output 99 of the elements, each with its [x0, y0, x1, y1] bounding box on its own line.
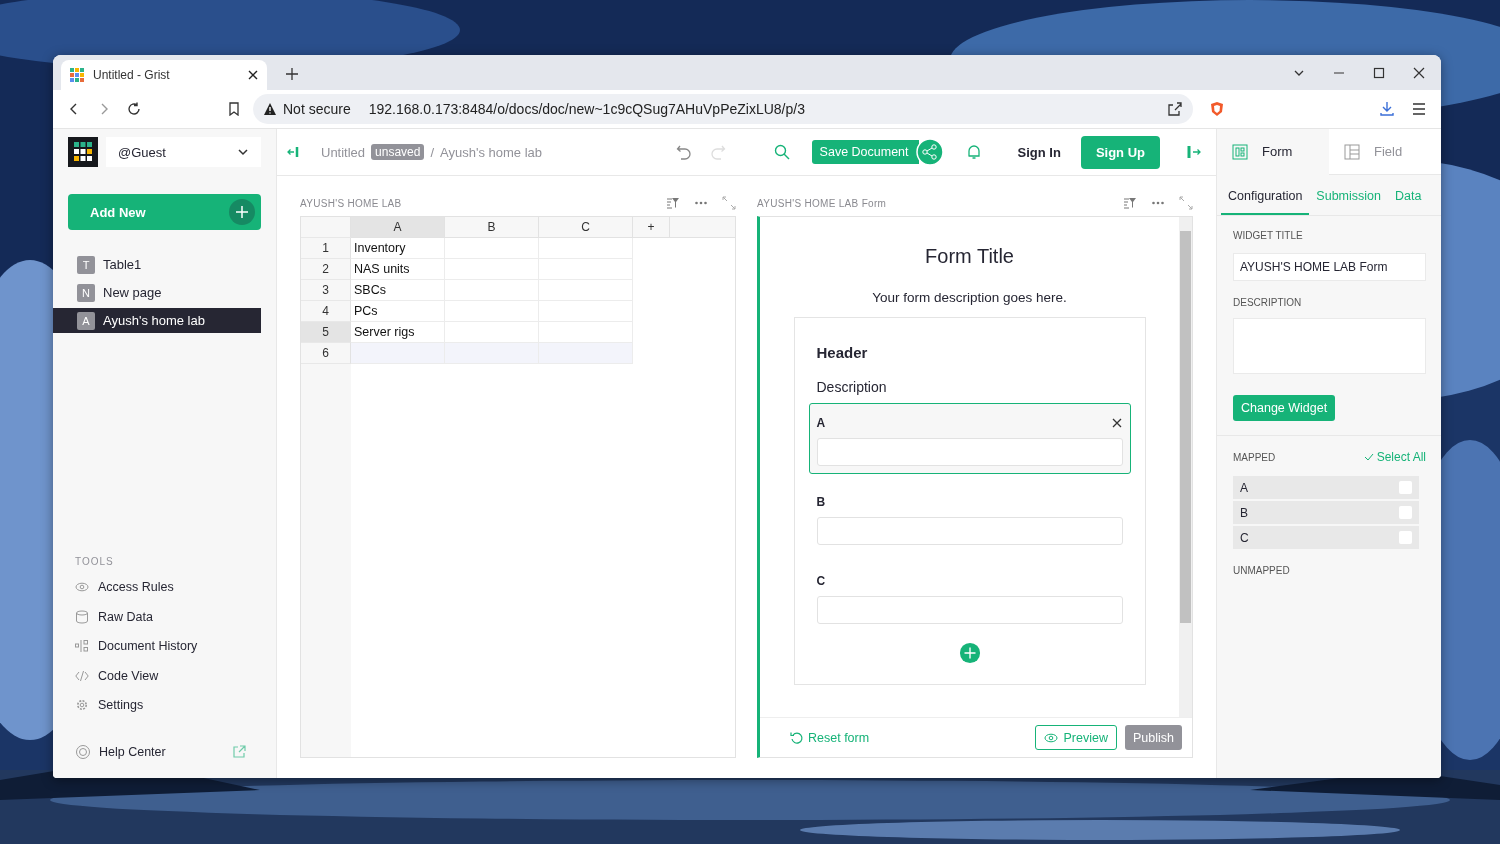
column-header[interactable]: B: [445, 217, 539, 238]
new-row-cell[interactable]: [351, 343, 445, 364]
expand-panel-icon[interactable]: [1186, 144, 1202, 160]
table-cell: NAS units: [351, 259, 445, 280]
field-label: B: [816, 495, 826, 509]
table-cell: Inventory: [351, 238, 445, 259]
section-label: MAPPED: [1233, 451, 1276, 463]
history-icon: [75, 639, 89, 654]
close-icon[interactable]: [247, 69, 259, 81]
menu-icon[interactable]: [1411, 101, 1427, 117]
help-center-link[interactable]: Help Center: [53, 744, 276, 760]
bookmark-icon[interactable]: [227, 102, 241, 116]
input-field[interactable]: [816, 438, 1123, 466]
subtab[interactable]: Configuration: [1221, 189, 1310, 215]
form-title[interactable]: Form Title: [925, 245, 1014, 268]
warning-icon: [263, 102, 277, 116]
shield-icon[interactable]: [1209, 101, 1225, 117]
search-icon[interactable]: [773, 144, 790, 160]
tab-title: Untitled - Grist: [93, 68, 171, 82]
close-icon[interactable]: [1413, 67, 1425, 79]
section-label: DESCRIPTION: [1233, 297, 1303, 308]
grid-logo-icon: [69, 67, 85, 83]
url-text: 192.168.0.173:8484/o/docs/doc/new~1c9cQSug7AHuVpPeZixLU8/p/3: [368, 101, 805, 117]
reload-icon[interactable]: [127, 102, 141, 116]
mapped-field[interactable]: B: [1233, 501, 1419, 524]
input-field[interactable]: [816, 517, 1123, 545]
row-number[interactable]: 5: [301, 322, 351, 343]
page-initial: T: [77, 255, 95, 274]
add-column-button[interactable]: +: [633, 217, 670, 238]
gear-icon: [75, 698, 89, 713]
reset-icon: [790, 730, 804, 745]
table-cell: SBCs: [351, 280, 445, 301]
expand-icon[interactable]: [1179, 196, 1193, 210]
breadcrumb-separator: /: [430, 144, 435, 160]
page-initial: A: [77, 311, 95, 330]
browser-tab[interactable]: Untitled - Grist: [61, 60, 267, 90]
column-header[interactable]: C: [539, 217, 633, 238]
new-tab-icon[interactable]: [285, 67, 299, 81]
tool-item[interactable]: Code View: [53, 661, 276, 691]
sign-in-button[interactable]: Sign In: [1013, 140, 1065, 164]
form-field[interactable]: B: [808, 482, 1131, 553]
form-icon: [1232, 143, 1248, 160]
unsaved-badge: unsaved: [371, 144, 425, 160]
tools-heading: TOOLS: [74, 555, 115, 567]
close-icon[interactable]: [1110, 417, 1123, 429]
lifebuoy-icon: [75, 744, 91, 760]
section-description[interactable]: Description: [808, 379, 1131, 395]
page-item[interactable]: T Table1: [53, 252, 261, 277]
redo-icon[interactable]: [709, 144, 726, 160]
security-label: Not secure: [283, 101, 351, 117]
field-icon: [1344, 143, 1360, 160]
mapped-field[interactable]: C: [1233, 526, 1419, 549]
undo-icon[interactable]: [675, 144, 692, 160]
expand-icon[interactable]: [722, 196, 736, 210]
row-number[interactable]: 2: [301, 259, 351, 280]
form-field[interactable]: A: [808, 403, 1131, 474]
maximize-icon[interactable]: [1373, 67, 1385, 79]
database-icon: [75, 609, 89, 624]
column-header[interactable]: A: [351, 217, 445, 238]
account-dropdown[interactable]: @Guest: [106, 137, 261, 167]
tool-item[interactable]: Document History: [53, 631, 276, 661]
download-icon[interactable]: [1379, 101, 1395, 117]
tool-item[interactable]: Access Rules: [53, 572, 276, 602]
external-link-icon[interactable]: [232, 745, 246, 759]
bell-icon[interactable]: [965, 144, 982, 160]
table-cell: PCs: [351, 301, 445, 322]
address-bar[interactable]: Not secure 192.168.0.173:8484/o/docs/doc/new~1c9cQSug7AHuVpPeZixLU8/p/3: [253, 94, 1193, 124]
section-label: UNMAPPED: [1233, 565, 1291, 576]
tool-item[interactable]: Settings: [53, 690, 276, 720]
grid-logo-icon[interactable]: [68, 137, 98, 167]
code-icon: [75, 668, 89, 683]
page-item[interactable]: N New page: [53, 280, 261, 305]
section-label: WIDGET TITLE: [1233, 230, 1304, 241]
sort-filter-icon[interactable]: [1123, 196, 1137, 210]
form-field[interactable]: C: [808, 561, 1131, 632]
field-label: A: [816, 416, 826, 430]
row-number[interactable]: 6: [301, 343, 351, 364]
chevron-down-icon: [237, 146, 249, 158]
form-description[interactable]: Your form description goes here.: [872, 290, 1067, 305]
widget-title-field[interactable]: AYUSH'S HOME LAB Form: [1233, 253, 1426, 281]
widget-title[interactable]: AYUSH'S HOME LAB: [300, 197, 402, 209]
sort-filter-icon[interactable]: [666, 196, 680, 210]
row-number[interactable]: 3: [301, 280, 351, 301]
row-number[interactable]: 1: [301, 238, 351, 259]
plus-icon: [229, 199, 255, 225]
collapse-panel-icon[interactable]: [287, 145, 301, 159]
field-label: C: [816, 574, 826, 588]
row-number[interactable]: 4: [301, 301, 351, 322]
check-icon: [1363, 452, 1374, 462]
section-header[interactable]: Header: [808, 344, 1131, 361]
input-field[interactable]: [816, 596, 1123, 624]
page-initial: N: [77, 283, 95, 302]
tool-item[interactable]: Raw Data: [53, 602, 276, 632]
plus-icon[interactable]: [958, 642, 981, 664]
widget-title[interactable]: AYUSH'S HOME LAB Form: [757, 197, 887, 209]
mapped-field[interactable]: A: [1233, 476, 1419, 499]
page-item[interactable]: A Ayush's home lab: [53, 308, 261, 333]
scrollbar[interactable]: [1179, 217, 1192, 717]
share-icon[interactable]: [1167, 101, 1183, 117]
